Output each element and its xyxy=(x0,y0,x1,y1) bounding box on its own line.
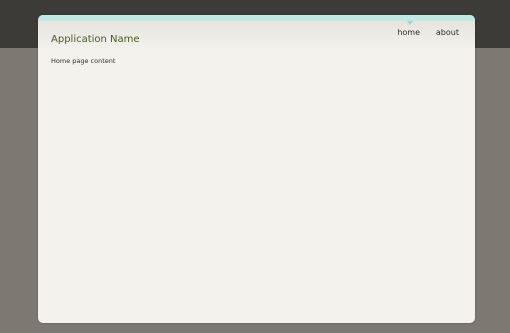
nav-item-home[interactable]: home xyxy=(397,28,420,37)
page-container: Application Name home about Home page co… xyxy=(38,15,475,323)
nav-item-about[interactable]: about xyxy=(436,28,459,37)
app-title: Application Name xyxy=(51,34,140,45)
active-nav-indicator xyxy=(407,21,413,25)
main-content-text: Home page content xyxy=(51,57,116,65)
